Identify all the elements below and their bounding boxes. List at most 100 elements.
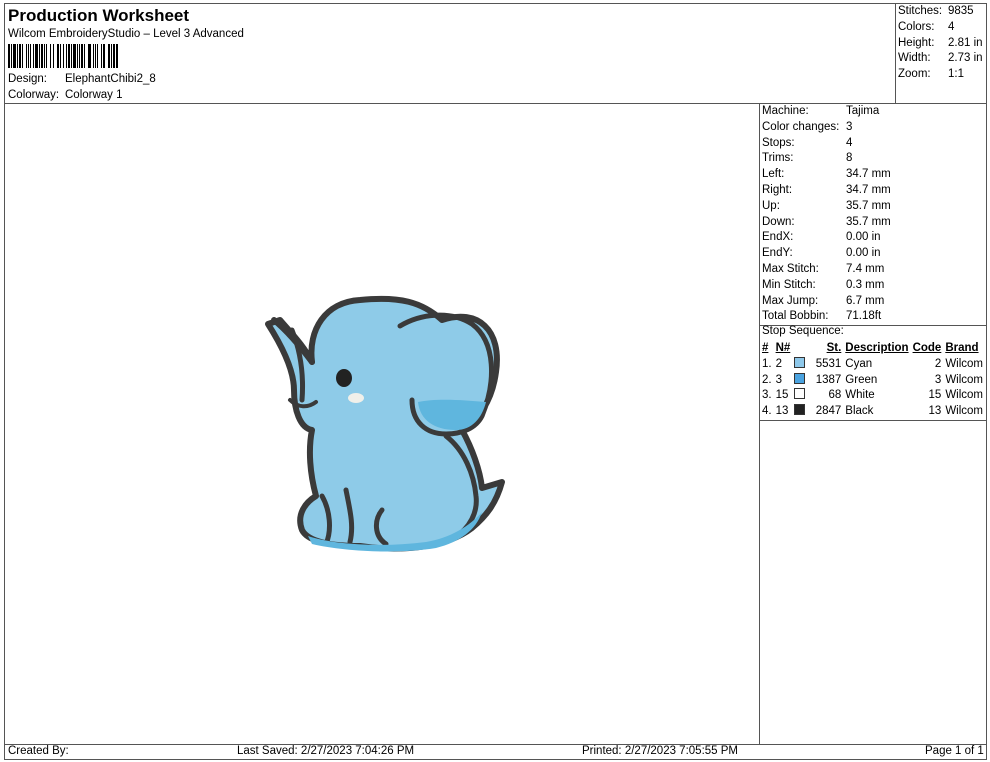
stop-description: Cyan [845, 357, 873, 370]
stop-index: 1. [762, 357, 772, 370]
stop-sequence-table: # N# St. Description Code Brand 1. 2 5531 C… [760, 341, 985, 420]
summary-value: 9835 [948, 5, 974, 17]
detail-row: Total Bobbin: 71.18ft [762, 309, 986, 325]
summary-value: 2.73 in [948, 52, 983, 65]
stop-code: 3 [934, 373, 942, 386]
elephant-illustration [265, 295, 505, 552]
stop-stitch-count: 68 [828, 389, 842, 402]
stop-description: White [845, 389, 875, 402]
detail-label: Max Stitch: [762, 262, 819, 275]
summary-row: Width: 2.73 in [898, 51, 986, 67]
stop-sequence-title: Stop Sequence: [762, 325, 844, 337]
embroidery-design-preview [250, 290, 512, 565]
detail-label: Trims: [762, 152, 794, 165]
detail-label: Left: [762, 168, 785, 181]
detail-row: Machine: Tajima [762, 104, 986, 120]
detail-value: 35.7 mm [846, 215, 891, 228]
stop-row: 4. 13 2847 Black 13 Wilcom [760, 404, 985, 420]
detail-row: Down: 35.7 mm [762, 215, 986, 231]
detail-value: 6.7 mm [846, 294, 885, 307]
stop-brand: Wilcom [945, 405, 984, 418]
stop-brand: Wilcom [945, 373, 984, 386]
detail-label: Down: [762, 215, 795, 228]
stop-index: 2. [762, 373, 772, 386]
summary-label: Colors: [898, 20, 935, 33]
footer-last-saved: Last Saved: 2/27/2023 7:04:26 PM [237, 745, 415, 757]
stop-stitches: 5531 [792, 356, 843, 373]
stop-seq-bottom [759, 420, 987, 421]
stop-needle: 13 [775, 405, 789, 418]
detail-row: Max Stitch: 7.4 mm [762, 262, 986, 278]
design-label: Design: [8, 73, 47, 85]
stop-index: 3. [762, 389, 772, 402]
software-name: Wilcom EmbroideryStudio – Level 3 Advanc… [8, 28, 244, 40]
detail-value: 4 [846, 136, 853, 149]
detail-value: Tajima [846, 105, 880, 117]
summary-label: Width: [898, 52, 931, 65]
detail-label: Machine: [762, 105, 809, 117]
barcode [8, 44, 230, 68]
summary-value: 4 [948, 20, 955, 33]
col-description: Description [845, 342, 909, 354]
stop-needle: 15 [775, 389, 789, 402]
design-value: ElephantChibi2_8 [65, 73, 156, 85]
summary-label: Height: [898, 36, 935, 49]
summary-value: 2.81 in [948, 36, 983, 49]
detail-label: Right: [762, 183, 793, 196]
color-swatch [794, 404, 806, 416]
stop-stitches: 1387 [792, 372, 843, 389]
stop-needle: 3 [775, 373, 782, 386]
detail-label: EndY: [762, 247, 793, 260]
stop-description: Black [845, 405, 874, 418]
stop-row: 1. 2 5531 Cyan 2 Wilcom [760, 356, 985, 373]
page-title: Production Worksheet [8, 6, 190, 25]
detail-label: Max Jump: [762, 294, 819, 307]
summary-row: Zoom: 1:1 [898, 67, 986, 83]
detail-row: EndX: 0.00 in [762, 230, 986, 246]
detail-value: 34.7 mm [846, 168, 891, 181]
color-swatch [794, 388, 806, 400]
machine-details: Machine: Tajima Color changes: 3 Stops: 4 Trim… [762, 104, 986, 325]
summary-value: 1:1 [948, 68, 964, 81]
elephant-eye [336, 369, 352, 387]
stop-code: 13 [928, 405, 942, 418]
stop-stitches: 2847 [792, 404, 843, 420]
summary-row: Stitches: 9835 [898, 4, 986, 20]
stop-code: 15 [928, 389, 942, 402]
detail-row: Min Stitch: 0.3 mm [762, 278, 986, 294]
detail-label: Min Stitch: [762, 278, 816, 291]
colorway-value: Colorway 1 [65, 89, 123, 101]
col-stitches: St. [826, 342, 842, 354]
stop-row: 3. 15 68 White 15 Wilcom [760, 388, 985, 404]
detail-value: 35.7 mm [846, 199, 891, 212]
stop-brand: Wilcom [945, 389, 984, 402]
col-index: # [762, 342, 769, 354]
detail-label: EndX: [762, 231, 794, 244]
stop-index: 4. [762, 405, 772, 418]
stop-brand: Wilcom [945, 357, 984, 370]
summary-divider [895, 3, 896, 104]
detail-value: 8 [846, 152, 853, 165]
stop-stitch-count: 5531 [815, 357, 842, 370]
color-swatch [794, 356, 806, 368]
detail-row: Color changes: 3 [762, 120, 986, 136]
summary-box: Stitches: 9835 Colors: 4 Height: 2.81 in Wi… [898, 4, 986, 83]
stop-stitch-count: 1387 [815, 373, 842, 386]
detail-row: Right: 34.7 mm [762, 183, 986, 199]
col-brand: Brand [945, 342, 979, 354]
stop-code: 2 [934, 357, 942, 370]
detail-value: 0.00 in [846, 231, 881, 244]
stop-stitch-count: 2847 [815, 405, 842, 418]
color-swatch [794, 372, 806, 384]
detail-value: 34.7 mm [846, 183, 891, 196]
stop-needle: 2 [775, 357, 782, 370]
detail-row: Up: 35.7 mm [762, 199, 986, 215]
stop-description: Green [845, 373, 878, 386]
summary-label: Zoom: [898, 68, 931, 81]
detail-value: 0.3 mm [846, 278, 885, 291]
detail-value: 0.00 in [846, 247, 881, 260]
barcode-bar [116, 44, 119, 68]
detail-label: Color changes: [762, 120, 840, 133]
detail-value: 3 [846, 120, 853, 133]
stop-sequence-header: # N# St. Description Code Brand [760, 341, 985, 357]
